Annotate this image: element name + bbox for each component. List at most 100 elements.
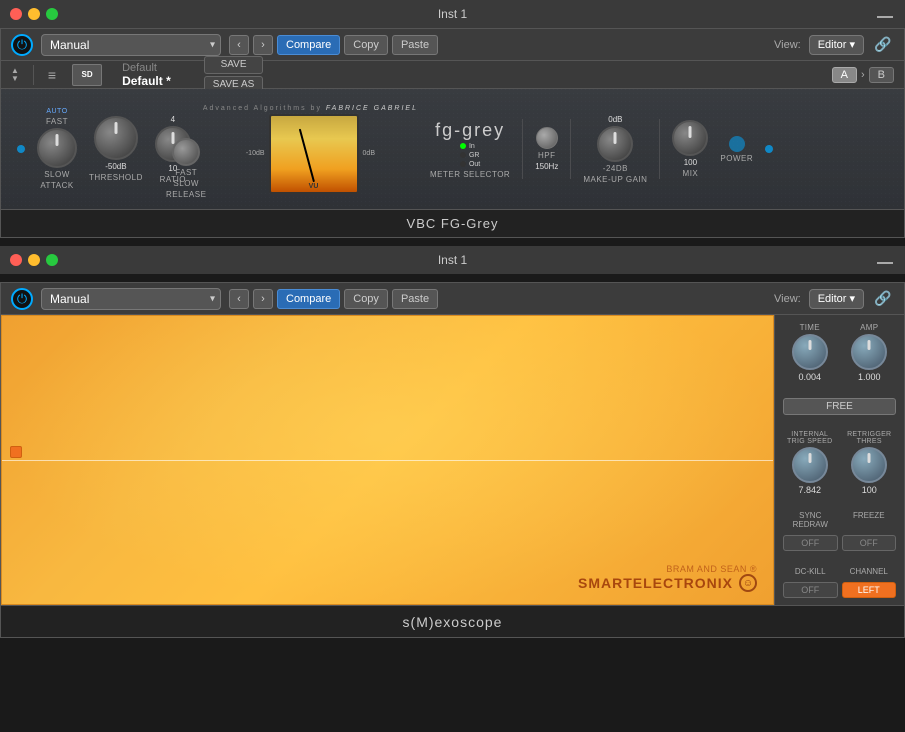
vbc-hamburger-menu[interactable]: ≡ [48,67,56,83]
vbc-menu-icon: ≡ [48,67,56,83]
close-btn-1[interactable] [10,8,22,20]
vbc-out-led[interactable] [460,161,466,167]
vbc-copy-button[interactable]: Copy [344,35,388,55]
vbc-preset-name: Default * [122,74,171,88]
plugin-vbc-header: ⏻ Manual ▾ ‹ › Compare Copy Paste View: … [1,29,904,61]
min-btn-2[interactable] [28,254,40,266]
scope-retrig-group: RETRIGGER THRES 100 [843,431,897,495]
scope-paste-button[interactable]: Paste [392,289,438,309]
scope-freeze-label: FREEZE [842,511,897,529]
scope-trig-row: INTERNAL TRIG SPEED 7.842 RETRIGGER THRE… [783,431,896,495]
scope-dckill-off-button[interactable]: OFF [783,582,838,598]
vbc-fg-grey-group: fg-grey In GR Out METER SELECTOR [430,120,510,179]
vbc-vu-label: VU [271,183,357,190]
vbc-paste-button[interactable]: Paste [392,35,438,55]
vbc-compare-button[interactable]: Compare [277,35,340,55]
scope-display[interactable]: BRAM AND SEAN ® SMARTELECTRONIX ☺ [1,315,774,605]
vbc-plugin-name: VBC FG-Grey [407,216,499,231]
close-btn-2[interactable] [10,254,22,266]
vbc-link-button[interactable]: 🔗 [872,34,894,56]
vbc-power-group: POWER [720,136,753,163]
vbc-preset-separator [33,65,34,85]
vbc-ab-buttons: A › B [832,67,894,83]
window-title-1: Inst 1 [438,7,467,21]
vbc-threshold-value: -50dB [105,162,126,171]
scope-brand-icon: ☺ [739,574,757,592]
vbc-nav-prev[interactable]: ‹ [229,35,249,55]
vbc-editor-button[interactable]: Editor ▾ [809,35,864,55]
scope-nav-next[interactable]: › [253,289,273,309]
vbc-attack-main-label: ATTACK [40,181,73,190]
plugin-scope-header: ⏻ Manual ▾ ‹ › Compare Copy Paste View: … [1,283,904,315]
scope-brand-small-text: BRAM AND SEAN ® [578,564,757,574]
scope-copy-button[interactable]: Copy [344,289,388,309]
scope-preset-select[interactable]: Manual [41,288,221,310]
scope-amp-label: AMP [860,323,878,332]
scope-link-button[interactable]: 🔗 [872,288,894,310]
scope-power-button[interactable]: ⏻ [11,288,33,310]
scope-sync-off-button[interactable]: OFF [783,535,838,551]
window-title-2: Inst 1 [438,253,467,267]
scope-vertical-handle[interactable] [10,446,22,458]
vbc-preset-down-arrow[interactable]: ▼ [11,75,19,83]
scope-name-bar: s(M)exoscope [1,605,904,637]
scope-amp-knob[interactable] [851,334,887,370]
vbc-threshold-knob[interactable] [94,116,138,160]
vbc-save-button[interactable]: SAVE [204,56,264,74]
max-btn-2[interactable] [46,254,58,266]
scope-time-group: TIME 0.004 [783,323,837,382]
vbc-vu-group: Advanced Algorithms by FABRICE GABRIEL -… [203,105,418,194]
vbc-release-knob[interactable] [172,138,200,166]
vbc-preset-dropdown-wrapper: Manual ▾ [41,34,221,56]
scope-dckill-channel-labels: DC-KILL CHANNEL [783,567,896,576]
scope-channel-left-button[interactable]: LEFT [842,582,897,598]
vbc-attack-knob[interactable] [37,128,77,168]
vbc-attack-group: AUTO FAST SLOW ATTACK [37,108,77,190]
vbc-ab-arrow[interactable]: › [861,67,865,83]
vbc-nav-group: ‹ › Compare Copy Paste [229,35,438,55]
scope-free-button[interactable]: FREE [783,398,896,415]
vbc-gr-row: GR [460,152,480,159]
scope-time-knob[interactable] [792,334,828,370]
vbc-b-button[interactable]: B [869,67,894,83]
vbc-makeup-knob[interactable] [597,126,633,162]
scope-trig-value: 7.842 [798,485,821,495]
scope-trig-group: INTERNAL TRIG SPEED 7.842 [783,431,837,495]
vbc-preset-select[interactable]: Manual [41,34,221,56]
scope-sync-freeze-toggles: OFF OFF [783,535,896,551]
vbc-gr-led[interactable] [460,152,466,158]
vbc-editor-label: Editor [818,39,847,51]
scope-branding: BRAM AND SEAN ® SMARTELECTRONIX ☺ [578,564,757,592]
scope-compare-button[interactable]: Compare [277,289,340,309]
scope-nav-prev[interactable]: ‹ [229,289,249,309]
vbc-mix-knob[interactable] [672,120,708,156]
scope-trig-knob[interactable] [792,447,828,483]
scope-retrig-knob[interactable] [851,447,887,483]
scope-channel-label: CHANNEL [842,567,897,576]
vbc-editor-arrow-icon: ▾ [849,38,855,51]
min-btn-1[interactable] [28,8,40,20]
vbc-attack-fast-label: FAST [46,117,68,126]
scope-controls-panel: TIME 0.004 AMP 1.000 FREE INTERNAL TRIG … [774,315,904,605]
vbc-nav-next[interactable]: › [253,35,273,55]
window-bar-2: Inst 1 [0,246,905,274]
vbc-in-led[interactable] [460,143,466,149]
scope-freeze-off-button[interactable]: OFF [842,535,897,551]
vbc-mix-group: 100 MIX [672,120,708,178]
scope-editor-button[interactable]: Editor ▾ [809,289,864,309]
max-btn-1[interactable] [46,8,58,20]
vbc-meter-db-high: 0dB [363,150,375,157]
vbc-left-led [17,145,25,153]
vbc-hpf-knob[interactable] [536,127,558,149]
vbc-vu-row: -10dB VU 0dB [246,114,375,194]
vbc-power-button[interactable]: ⏻ [11,34,33,56]
vbc-a-button[interactable]: A [832,67,857,83]
vbc-makeup-group: 0dB -24dB MAKE-UP GAIN [583,115,647,184]
scope-sync-freeze-labels: SYNCREDRAW FREEZE [783,511,896,529]
vbc-release-group: FAST SLOW RELEASE [166,138,206,199]
vbc-vu-needle [298,128,314,182]
window-minimize-right-2[interactable] [877,256,893,264]
scope-time-value: 0.004 [798,372,821,382]
window-minimize-right-1[interactable] [877,10,893,18]
vbc-vu-meter[interactable]: VU [269,114,359,194]
